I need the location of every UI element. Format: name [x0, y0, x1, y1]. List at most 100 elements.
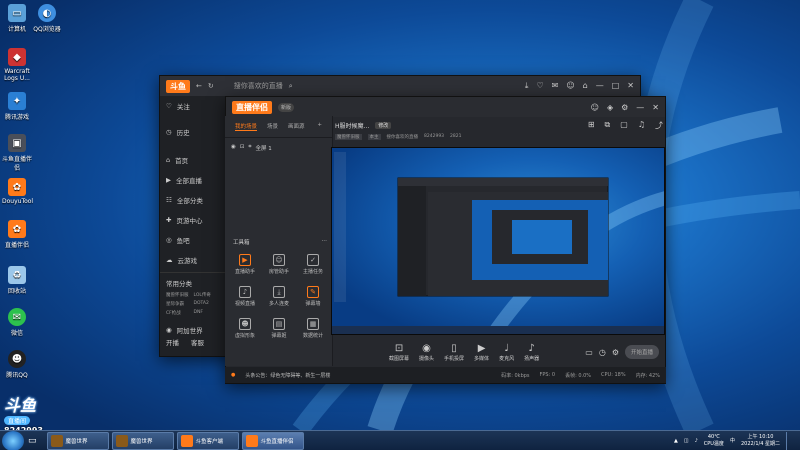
- window-icon[interactable]: ▢: [620, 120, 628, 131]
- tool-avatar[interactable]: ☻ 虚拟形象: [229, 318, 261, 339]
- tool-multi-mic[interactable]: ⤓ 多人连麦: [263, 286, 295, 307]
- task-warcraft-2[interactable]: 魔兽世界: [111, 431, 174, 450]
- add-icon[interactable]: +: [317, 122, 322, 131]
- ime-icon[interactable]: 中: [730, 437, 735, 444]
- sidebar-item-all-live[interactable]: ▶ 全部直播: [160, 170, 225, 190]
- tool-admin[interactable]: ☺ 房管助手: [263, 254, 295, 275]
- minimize-icon[interactable]: —: [636, 103, 644, 112]
- task-douyu-client[interactable]: 斗鱼客户端: [176, 431, 239, 450]
- scene-item[interactable]: ◉ ⊡ ⌗ 全屏 1: [225, 138, 332, 158]
- tool-danmu[interactable]: ✎ 弹幕墙: [297, 286, 329, 307]
- douyu-logo: 斗鱼: [166, 79, 190, 93]
- task-live-companion[interactable]: 斗鱼直播伴侣: [241, 431, 304, 450]
- category-link[interactable]: DOTA2: [194, 301, 220, 307]
- heart-icon[interactable]: ♡: [536, 81, 543, 91]
- sidebar-item-home[interactable]: ⌂ 首页: [160, 150, 225, 170]
- start-live-button[interactable]: 开始直播: [624, 345, 659, 359]
- download-icon[interactable]: ⤓: [525, 81, 529, 91]
- category-link[interactable]: CF枪战: [166, 310, 192, 316]
- edit-title-button[interactable]: 修改: [375, 122, 392, 129]
- sidebar-follow[interactable]: ♡ 关注: [160, 96, 225, 116]
- tab-my-scenes[interactable]: 我的场景: [235, 122, 258, 131]
- desktop-icon-qq-browser[interactable]: ◐ QQ浏览器: [32, 4, 62, 33]
- go-live-button[interactable]: 开播: [166, 337, 179, 347]
- tool-danmu-box[interactable]: ▤ 弹幕姬: [263, 318, 295, 339]
- task-warcraft-1[interactable]: 魔兽世界: [46, 431, 109, 450]
- desktop-icon-tencent-games[interactable]: ✦ 腾讯游戏: [2, 92, 32, 121]
- clock[interactable]: 上午 10:10 2022/1/4 星期二: [741, 434, 780, 448]
- close-icon[interactable]: ✕: [652, 103, 659, 112]
- show-desktop-button[interactable]: [786, 431, 794, 450]
- sidebar-item-cloud-games[interactable]: ☁ 云游戏: [160, 250, 225, 270]
- desktop-icon-douyu-tool[interactable]: ✿ DouyuTool: [2, 178, 33, 205]
- speaker-button[interactable]: ♪ 扬声器: [524, 343, 539, 362]
- tool-task[interactable]: ✓ 主播任务: [297, 254, 329, 275]
- sidebar-item-history[interactable]: ◷ 历史: [160, 122, 225, 142]
- refresh-icon[interactable]: ↻: [208, 82, 214, 90]
- category-link[interactable]: 魔兽怀旧服: [166, 292, 192, 298]
- desktop-icon-live-companion[interactable]: ✿ 直播伴侣: [2, 220, 32, 249]
- show-desktop-icon[interactable]: ▭: [28, 436, 37, 446]
- network-icon[interactable]: ◫: [684, 438, 689, 444]
- mic-button[interactable]: ♩ 麦克风: [499, 343, 514, 362]
- tool-assistant[interactable]: ▶ 直播助手: [229, 254, 261, 275]
- search-icon[interactable]: ⌕: [289, 82, 293, 91]
- category-link[interactable]: DNF: [194, 310, 220, 316]
- media-button[interactable]: ▶ 多媒体: [474, 343, 489, 362]
- share-icon[interactable]: ⤴: [655, 120, 663, 131]
- minimize-icon[interactable]: —: [596, 81, 604, 91]
- warcraft-icon: [115, 434, 128, 447]
- desktop-icon-warcraft-logs[interactable]: ◆ Warcraft Logs U...: [2, 48, 32, 82]
- tray-expand-icon[interactable]: ▲: [674, 438, 678, 444]
- client-search-input[interactable]: 搜你喜欢的直播: [234, 81, 283, 91]
- skin-icon[interactable]: ◈: [607, 103, 613, 112]
- desktop-icon-tencent-qq[interactable]: ☻ 腾讯QQ: [2, 350, 32, 379]
- client-title-icons: ⤓ ♡ ✉ ☺ ⌂ — □ ✕: [525, 81, 634, 91]
- douyu-studio-icon: ▣: [8, 134, 26, 152]
- bell-icon[interactable]: ♫: [638, 120, 645, 131]
- back-arrow-icon[interactable]: ←: [196, 82, 202, 90]
- tool-video[interactable]: ♪ 视频直播: [229, 286, 261, 307]
- sidebar-item-all-categories[interactable]: ☷ 全部分类: [160, 190, 225, 210]
- announcement-text[interactable]: 头条公告：绿色无障碍等、新生一层楼: [245, 372, 330, 379]
- category-link[interactable]: LOL传奇: [194, 292, 220, 298]
- lock-icon[interactable]: ⊡: [240, 144, 245, 152]
- desktop-icon-recycle-bin[interactable]: ♻ 回收站: [2, 266, 32, 295]
- close-icon[interactable]: ✕: [627, 81, 634, 91]
- eye-icon[interactable]: ◉: [231, 144, 236, 152]
- status-dropped: 丢帧: 0.0%: [565, 372, 592, 379]
- qq-browser-icon: ◐: [38, 4, 56, 22]
- start-button[interactable]: [2, 430, 24, 450]
- gift-icon[interactable]: ⌂: [583, 81, 588, 91]
- version-badge[interactable]: 新版: [278, 102, 295, 112]
- settings-icon[interactable]: ⚙: [612, 348, 619, 357]
- screenshot-button[interactable]: ⊡ 截图屏幕: [389, 343, 409, 362]
- stream-preview[interactable]: [331, 147, 665, 335]
- stream-actions: ⊞ ⧉ ▢ ♫ ⤴: [588, 120, 663, 131]
- grid-icon[interactable]: ⊞: [588, 120, 595, 131]
- record-icon[interactable]: ▭: [585, 348, 593, 357]
- volume-icon[interactable]: ♪: [695, 438, 698, 444]
- cpu-temp: 40℃ CPU温度: [703, 433, 724, 447]
- settings-icon[interactable]: ⚙: [621, 103, 628, 112]
- user-avatar-icon[interactable]: ☺: [566, 81, 574, 91]
- desktop-icon-wechat[interactable]: ✉ 微信: [2, 308, 32, 337]
- share-screen-icon[interactable]: ⧉: [605, 120, 611, 131]
- maximize-icon[interactable]: □: [612, 81, 620, 91]
- tab-scenes[interactable]: 场景: [267, 122, 278, 131]
- tab-sources[interactable]: 画面源: [288, 122, 305, 131]
- sidebar-item-fishbar[interactable]: ◎ 鱼吧: [160, 230, 225, 250]
- category-tag[interactable]: 魔兽怀旧服: [335, 134, 362, 140]
- tool-stats[interactable]: ▦ 数据统计: [297, 318, 329, 339]
- more-icon[interactable]: ⋯: [322, 238, 328, 246]
- desktop-icon-computer[interactable]: ▭ 计算机: [2, 4, 32, 33]
- clock-icon[interactable]: ◷: [599, 348, 606, 357]
- message-icon[interactable]: ✉: [552, 81, 559, 91]
- camera-button[interactable]: ◉ 摄像头: [419, 343, 434, 362]
- desktop-icon-douyu-studio[interactable]: ▣ 斗鱼直播伴侣: [2, 134, 32, 172]
- service-button[interactable]: 客服: [191, 337, 204, 347]
- phone-cast-button[interactable]: ▯ 手机投屏: [444, 343, 464, 362]
- category-link[interactable]: 星际争霸: [166, 301, 192, 307]
- sidebar-item-page-games[interactable]: ✚ 页游中心: [160, 210, 225, 230]
- user-avatar-icon[interactable]: ☺: [591, 103, 599, 112]
